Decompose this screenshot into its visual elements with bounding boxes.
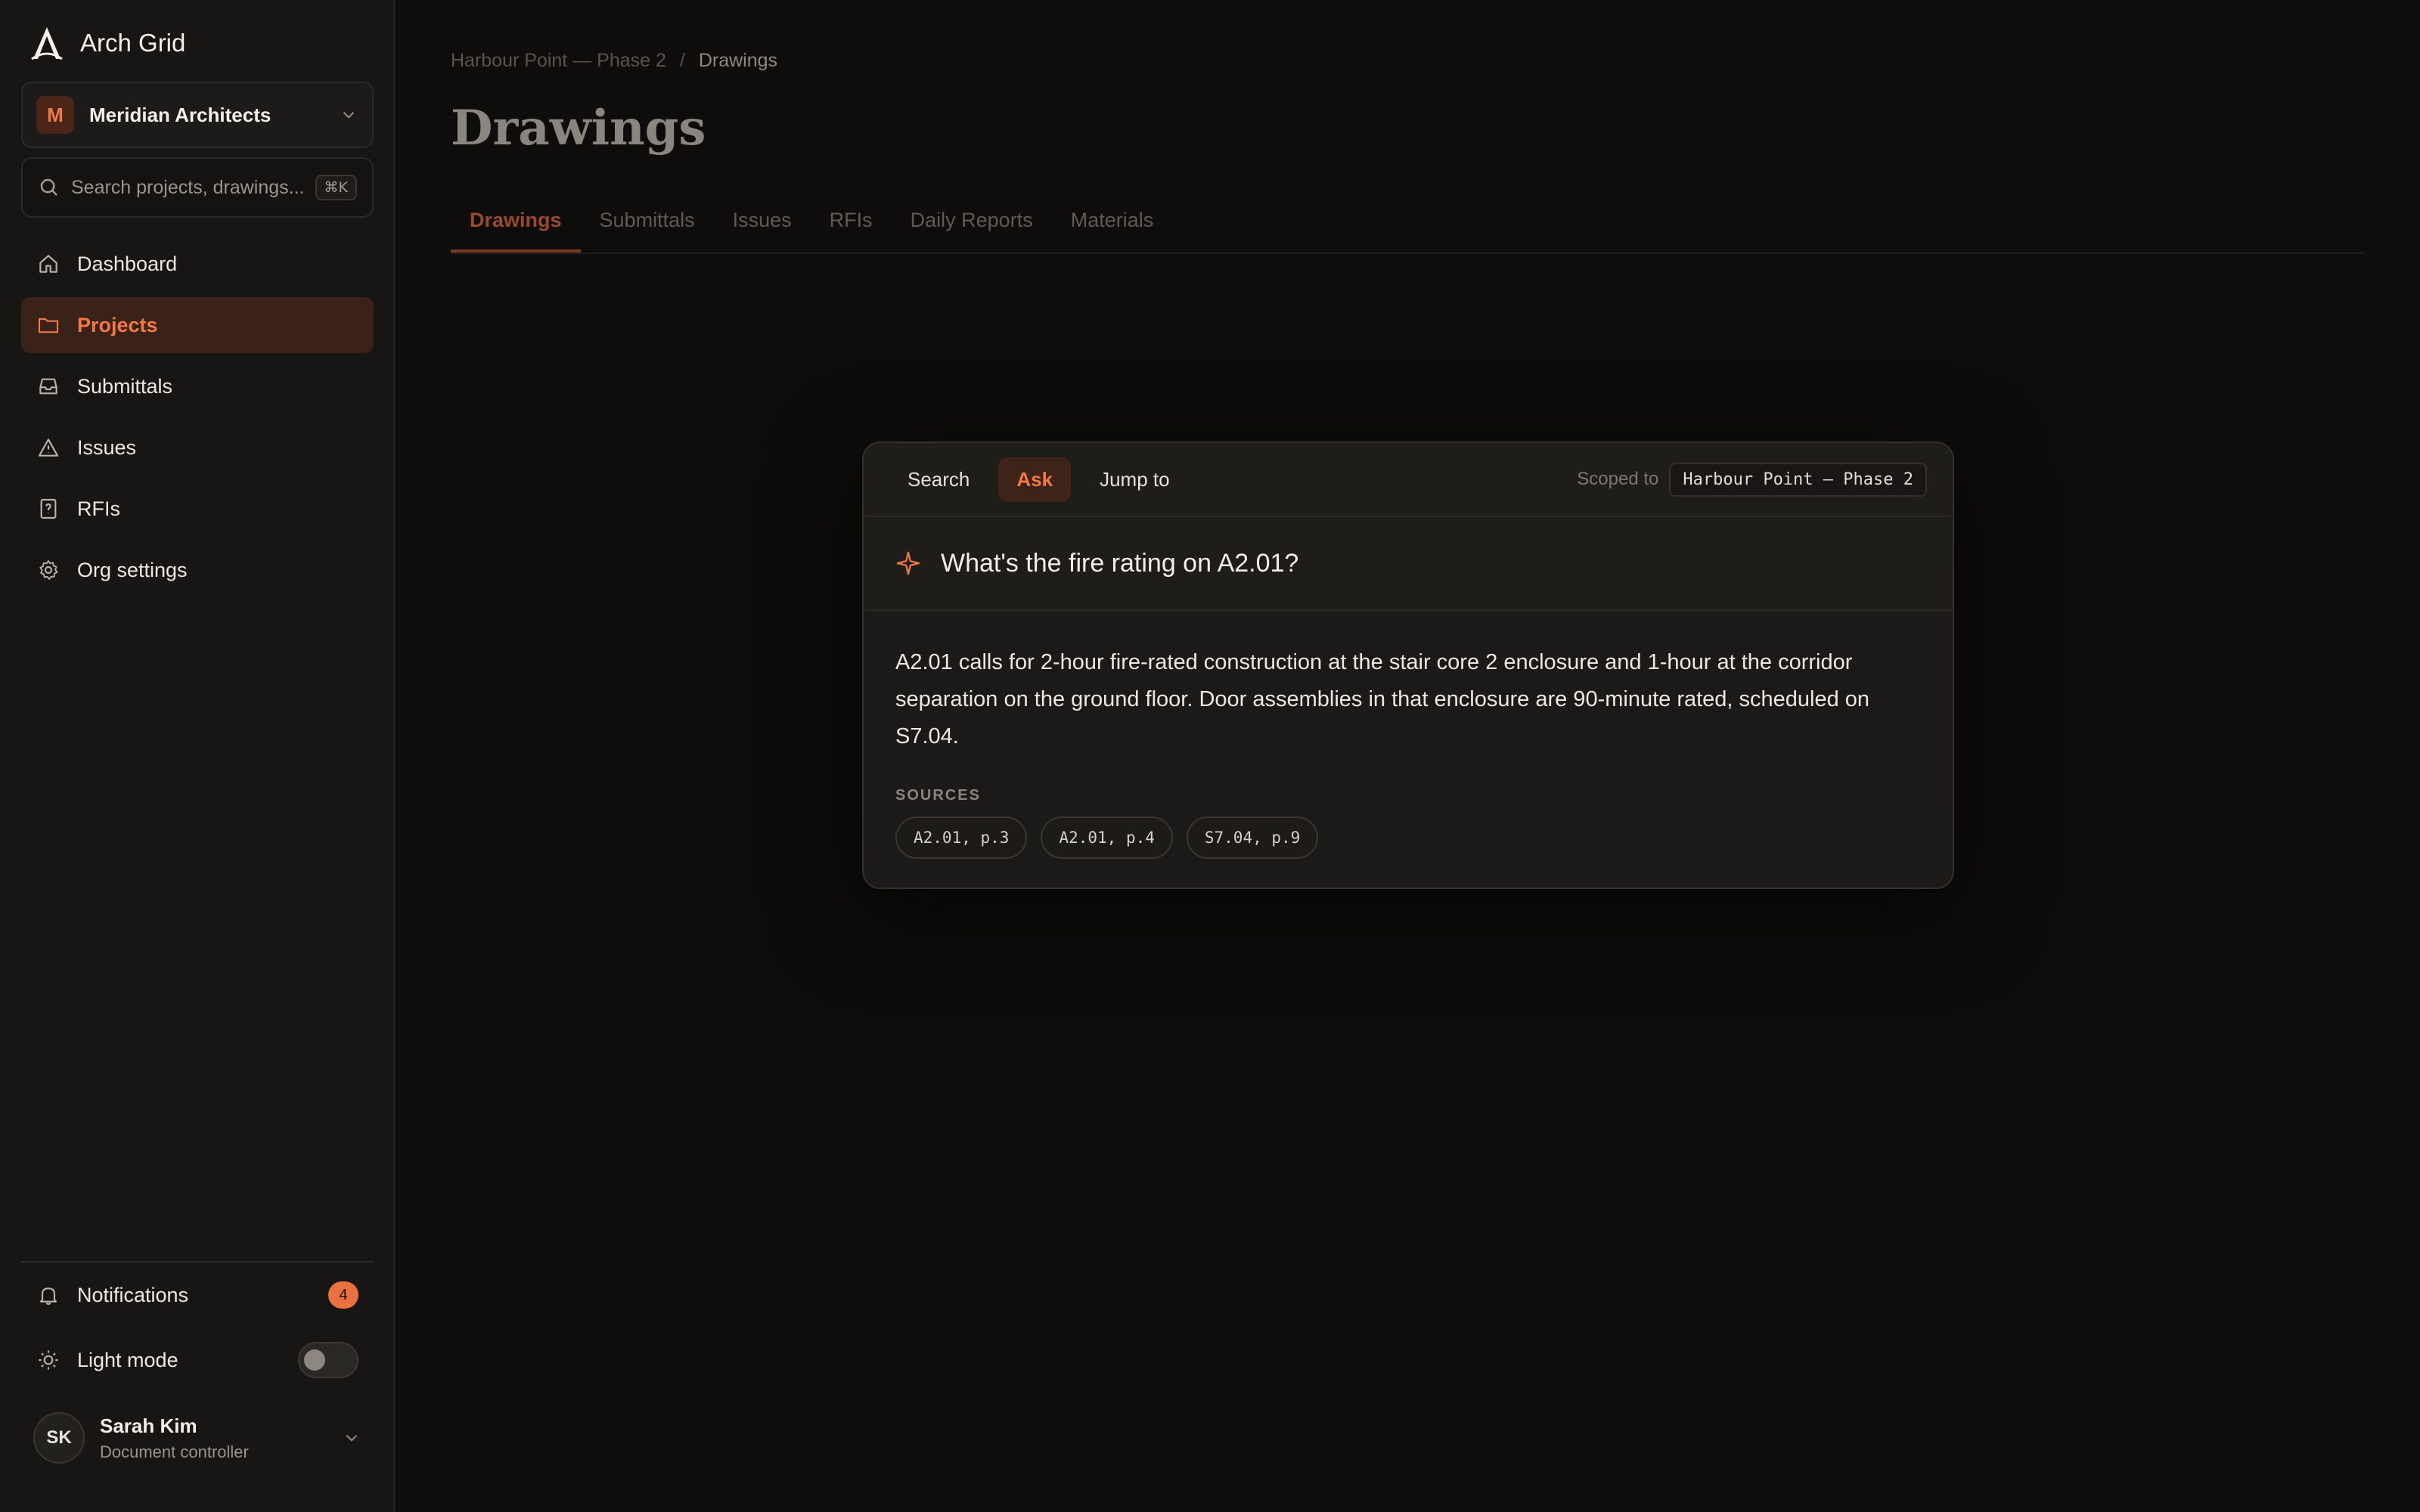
warning-icon — [38, 438, 59, 457]
user-name: Sarah Kim — [100, 1414, 197, 1437]
sidebar-item-org-settings[interactable]: Org settings — [21, 542, 374, 598]
sidebar-item-label: RFIs — [77, 497, 120, 520]
sidebar-footer: Notifications 4 Light mode SK Sarah Kim … — [21, 1261, 374, 1476]
search-icon — [40, 178, 57, 196]
arch-grid-logo-icon — [31, 27, 63, 60]
tab-rfis[interactable]: RFIs — [811, 194, 892, 253]
brand[interactable]: Arch Grid — [30, 26, 185, 60]
tab-drawings[interactable]: Drawings — [451, 194, 581, 253]
user-info: Sarah Kim Document controller — [100, 1414, 342, 1462]
breadcrumb-project-link[interactable]: Harbour Point — Phase 2 — [451, 50, 666, 72]
tab-materials[interactable]: Materials — [1052, 194, 1173, 253]
scope-label: Scoped to — [1577, 469, 1659, 489]
scope-indicator: Scoped to Harbour Point — Phase 2 — [1577, 462, 1927, 497]
notifications-label: Notifications — [77, 1283, 189, 1306]
notifications-count-badge: 4 — [328, 1281, 358, 1309]
sources-label: SOURCES — [895, 787, 981, 804]
source-chip[interactable]: A2.01, p.4 — [1041, 816, 1173, 859]
tab-submittals[interactable]: Submittals — [581, 194, 714, 253]
source-chip[interactable]: A2.01, p.3 — [895, 816, 1028, 859]
answer-panel: A2.01 calls for 2-hour fire-rated constr… — [864, 611, 1953, 859]
answer-text: A2.01 calls for 2-hour fire-rated constr… — [895, 650, 1870, 748]
sidebar-item-label: Dashboard — [77, 252, 178, 275]
sun-icon — [39, 1350, 58, 1370]
folder-icon — [38, 318, 59, 333]
tab-daily-reports[interactable]: Daily Reports — [892, 194, 1052, 253]
chevron-down-icon — [343, 111, 355, 119]
question-icon — [40, 498, 57, 519]
scope-chip[interactable]: Harbour Point — Phase 2 — [1669, 462, 1927, 497]
sidebar-nav: Dashboard Projects Submittals Issues RFI… — [21, 236, 374, 603]
sources-list: A2.01, p.3 A2.01, p.4 S7.04, p.9 — [895, 816, 1921, 859]
sidebar-item-submittals[interactable]: Submittals — [21, 358, 374, 414]
project-tabs: Drawings Submittals Issues RFIs Daily Re… — [451, 194, 2366, 254]
sparkle-icon — [896, 551, 920, 575]
sidebar-item-dashboard[interactable]: Dashboard — [21, 236, 374, 292]
sidebar-item-projects[interactable]: Projects — [21, 297, 374, 353]
breadcrumb: Harbour Point — Phase 2 / Drawings — [451, 50, 777, 72]
breadcrumb-separator: / — [679, 50, 685, 71]
chevron-down-icon — [346, 1434, 358, 1442]
page-title: Drawings — [451, 100, 706, 156]
question-row[interactable]: What's the fire rating on A2.01? — [864, 517, 1953, 611]
user-role: Document controller — [100, 1442, 249, 1461]
light-mode-toggle[interactable] — [298, 1342, 358, 1378]
mode-ask-button[interactable]: Ask — [998, 457, 1072, 502]
mode-jump-to-button[interactable]: Jump to — [1081, 457, 1188, 502]
source-chip[interactable]: S7.04, p.9 — [1186, 816, 1319, 859]
global-search[interactable]: ⌘K — [21, 157, 374, 218]
gear-icon — [39, 560, 58, 580]
search-shortcut: ⌘K — [315, 175, 357, 200]
inbox-icon — [39, 378, 57, 395]
light-mode-item: Light mode — [21, 1328, 374, 1393]
mode-search-button[interactable]: Search — [889, 457, 988, 502]
sidebar: Arch Grid M Meridian Architects ⌘K Dashb… — [0, 0, 395, 1512]
avatar: SK — [33, 1412, 85, 1464]
toggle-knob — [304, 1349, 325, 1371]
sidebar-item-issues[interactable]: Issues — [21, 420, 374, 476]
bell-icon — [39, 1287, 57, 1306]
app-name: Arch Grid — [80, 29, 186, 57]
org-switcher[interactable]: M Meridian Architects — [21, 82, 374, 148]
notifications-item[interactable]: Notifications 4 — [21, 1263, 374, 1328]
sidebar-item-label: Submittals — [77, 374, 173, 398]
search-input[interactable] — [71, 176, 313, 199]
org-name: Meridian Architects — [89, 103, 271, 126]
sidebar-item-label: Org settings — [77, 558, 188, 581]
palette-header: Search Ask Jump to Scoped to Harbour Poi… — [864, 443, 1953, 517]
light-mode-label: Light mode — [77, 1348, 178, 1371]
sidebar-item-label: Projects — [77, 313, 158, 336]
breadcrumb-current: Drawings — [698, 50, 778, 71]
user-menu[interactable]: SK Sarah Kim Document controller — [21, 1400, 374, 1476]
tab-issues[interactable]: Issues — [714, 194, 811, 253]
sidebar-item-rfis[interactable]: RFIs — [21, 481, 374, 537]
org-avatar: M — [36, 96, 74, 134]
command-palette: Search Ask Jump to Scoped to Harbour Poi… — [862, 442, 1954, 889]
home-icon — [39, 255, 57, 273]
question-text: What's the fire rating on A2.01? — [941, 548, 1299, 578]
sidebar-item-label: Issues — [77, 435, 137, 459]
